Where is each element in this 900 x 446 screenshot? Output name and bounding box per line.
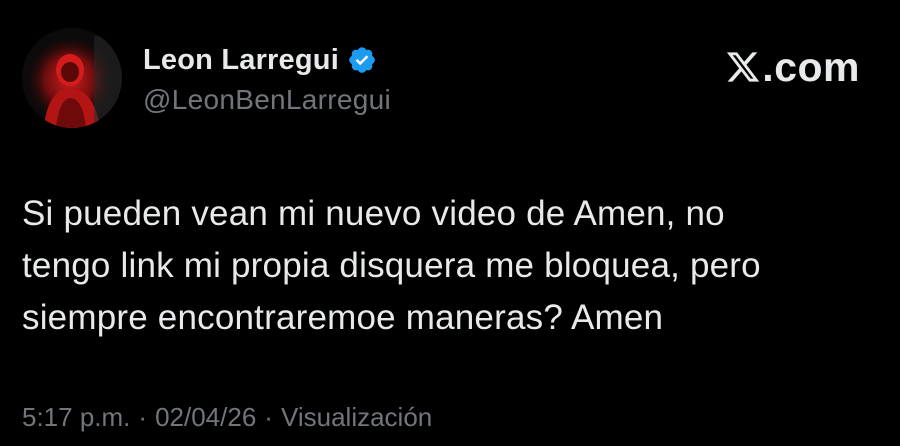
views-label[interactable]: Visualización (281, 402, 432, 433)
author-handle[interactable]: @LeonBenLarregui (143, 84, 391, 116)
avatar[interactable] (22, 28, 122, 128)
x-logo-icon (725, 49, 761, 85)
author-display-name[interactable]: Leon Larregui (143, 44, 339, 77)
x-brand: .com (725, 44, 860, 90)
tweet-line: tengo link mi propia disquera me bloquea… (22, 246, 761, 285)
tweet-card: Leon Larregui @LeonBenLarregui .com Si p… (0, 0, 900, 446)
brand-domain-text: .com (762, 43, 860, 90)
tweet-body: Si pueden vean mi nuevo video de Amen, n… (22, 188, 882, 344)
tweet-line: siempre encontraremoe maneras? Amen (22, 298, 664, 337)
tweet-line: Si pueden vean mi nuevo video de Amen, n… (22, 194, 725, 233)
tweet-time[interactable]: 5:17 p.m. (22, 402, 130, 433)
avatar-image (22, 28, 122, 128)
tweet-meta: 5:17 p.m. · 02/04/26 · Visualización (22, 402, 432, 433)
verified-badge-icon[interactable] (347, 45, 377, 75)
tweet-date[interactable]: 02/04/26 (155, 402, 256, 433)
meta-separator: · (264, 402, 273, 432)
meta-separator: · (138, 402, 148, 432)
author-name-row: Leon Larregui (143, 40, 377, 80)
